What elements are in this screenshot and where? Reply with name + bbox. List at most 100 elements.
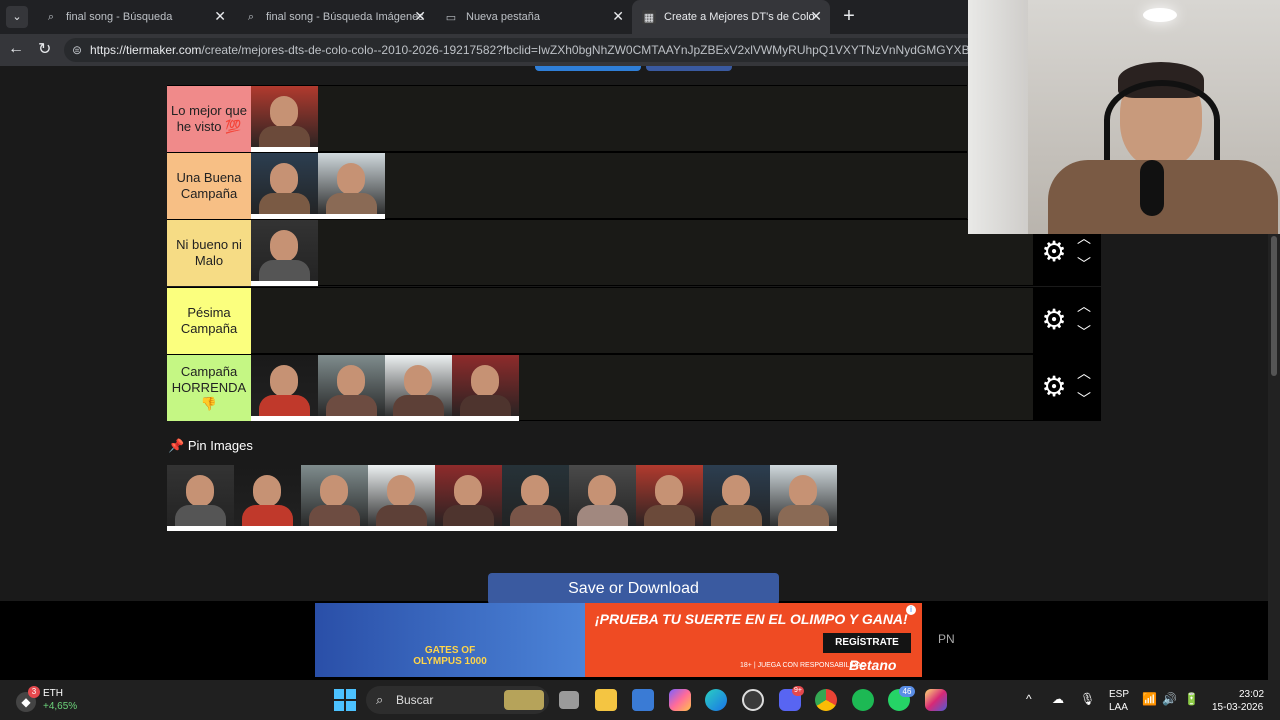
wifi-icon[interactable]: 📶 [1142, 693, 1157, 706]
battery-icon[interactable]: 🔋 [1184, 693, 1199, 706]
coach-image[interactable] [385, 354, 452, 421]
url-bar[interactable]: ⊜ https://tiermaker.com/create/mejores-d… [64, 38, 984, 62]
coach-face [521, 475, 549, 507]
close-icon[interactable]: ✕ [810, 8, 822, 25]
microphone-icon [1140, 160, 1164, 216]
tab-search-images[interactable]: ⌕ final song - Búsqueda Imágenes ✕ [234, 0, 434, 34]
tray-overflow-icon[interactable]: ^ [1026, 693, 1032, 706]
tab-search[interactable]: ⌕ final song - Búsqueda ✕ [34, 0, 234, 34]
volume-icon[interactable]: 🔊 [1162, 693, 1177, 706]
tier-row: Ni bueno ni Malo ⚙ ︿ ﹀ [167, 219, 1101, 287]
close-icon[interactable]: ✕ [612, 8, 624, 25]
save-or-download-button[interactable]: Save or Download [488, 573, 779, 605]
header-button-strip[interactable] [535, 66, 641, 71]
coach-image[interactable] [368, 465, 435, 531]
curtain [968, 0, 1028, 234]
keyboard-layout[interactable]: LAA [1109, 701, 1128, 714]
coach-image[interactable] [770, 465, 837, 531]
chevron-down-icon[interactable]: ﹀ [1075, 256, 1093, 272]
chevron-up-icon[interactable]: ︿ [1075, 298, 1093, 314]
pin-images-header: 📌 Pin Images [168, 438, 253, 454]
coach-face [337, 364, 365, 397]
coach-body [242, 505, 293, 527]
chevron-down-icon[interactable]: ﹀ [1075, 324, 1093, 340]
site-info-icon[interactable]: ⊜ [72, 38, 82, 62]
tier-label[interactable]: Pésima Campaña [167, 287, 251, 354]
chevron-down-icon[interactable]: ﹀ [1075, 391, 1093, 407]
tier-label[interactable]: Campaña HORRENDA 👎 [167, 354, 251, 421]
crypto-widget[interactable]: ◆ 3 ETH +4,65% [14, 686, 94, 716]
taskbar-search-input[interactable]: ⌕ Buscar [366, 686, 549, 714]
coach-image[interactable] [318, 153, 385, 220]
ad-register-button[interactable]: REGÍSTRATE [823, 633, 911, 653]
tab-list-button[interactable]: ⌄ [6, 6, 28, 28]
tab-new-tab[interactable]: ▭ Nueva pestaña ✕ [434, 0, 632, 34]
coach-image[interactable] [251, 153, 318, 220]
clock-time[interactable]: 23:02 [1239, 688, 1264, 701]
coach-face [337, 163, 365, 196]
tier-images [251, 86, 318, 152]
coach-face [270, 364, 298, 397]
scrollbar-thumb[interactable] [1271, 236, 1277, 376]
coach-image[interactable] [167, 465, 234, 531]
coach-image[interactable] [452, 354, 519, 421]
coach-face [387, 475, 415, 507]
tab-label: final song - Búsqueda Imágenes [266, 11, 424, 23]
coach-image[interactable] [251, 354, 318, 421]
coach-image[interactable] [318, 354, 385, 421]
pin-icon: 📌 [168, 438, 185, 453]
chevron-up-icon[interactable]: ︿ [1075, 365, 1093, 381]
coach-image[interactable] [435, 465, 502, 531]
header-button-strip[interactable] [646, 66, 732, 71]
store-icon[interactable] [632, 689, 654, 711]
edge-icon[interactable] [705, 689, 727, 711]
gear-icon[interactable]: ⚙ [1039, 237, 1069, 267]
coach-image[interactable] [703, 465, 770, 531]
coach-face [320, 475, 348, 507]
windows-start-icon[interactable] [334, 689, 356, 711]
copilot-icon[interactable] [669, 689, 691, 711]
file-explorer-icon[interactable] [595, 689, 617, 711]
coach-body [460, 394, 511, 417]
reload-icon[interactable]: ↻ [38, 39, 51, 59]
image-caption-strip [251, 415, 318, 421]
ad-info-icon[interactable]: i [906, 605, 916, 615]
close-icon[interactable]: ✕ [214, 8, 226, 25]
search-icon: ⌕ [376, 692, 384, 707]
tab-label: Nueva pestaña [466, 11, 540, 23]
betano-ad-banner[interactable]: GATES OF OLYMPUS 1000 ¡PRUEBA TU SUERTE … [315, 603, 922, 677]
coach-face [270, 96, 298, 128]
image-caption-strip [368, 526, 435, 531]
coach-image[interactable] [301, 465, 368, 531]
task-view-icon[interactable] [559, 691, 579, 709]
coach-image[interactable] [636, 465, 703, 531]
coach-image[interactable] [251, 220, 318, 287]
tab-tiermaker[interactable]: ▦ Create a Mejores DT's de Colo-Col ✕ [632, 0, 830, 34]
obs-icon[interactable] [742, 689, 764, 711]
clock-date[interactable]: 15-03-2026 [1212, 701, 1263, 714]
instagram-icon[interactable] [925, 689, 947, 711]
gear-icon[interactable]: ⚙ [1039, 304, 1069, 335]
back-icon[interactable]: ← [8, 40, 24, 58]
tier-controls: ⚙ ︿ ﹀ [1033, 287, 1101, 354]
coach-body [309, 505, 360, 527]
gear-icon[interactable]: ⚙ [1039, 371, 1069, 402]
chrome-icon[interactable] [815, 689, 837, 711]
coach-image[interactable] [569, 465, 636, 531]
coach-image[interactable] [502, 465, 569, 531]
coach-image[interactable] [251, 86, 318, 152]
microphone-tray-icon[interactable]: 🎙 [1080, 693, 1095, 706]
coach-image[interactable] [234, 465, 301, 531]
tab-label: final song - Búsqueda [66, 11, 173, 23]
tier-label[interactable]: Una Buena Campaña [167, 153, 251, 220]
onedrive-icon[interactable]: ☁ [1052, 693, 1064, 706]
spotify-icon[interactable] [852, 689, 874, 711]
coach-body [376, 505, 427, 527]
close-icon[interactable]: ✕ [414, 8, 426, 25]
coach-body [259, 126, 310, 148]
tier-label[interactable]: Ni bueno ni Malo [167, 220, 251, 287]
new-tab-button[interactable]: + [838, 5, 860, 27]
language-indicator[interactable]: ESP [1109, 688, 1129, 701]
coach-body [577, 505, 628, 527]
tier-label[interactable]: Lo mejor que he visto 💯 [167, 86, 251, 152]
